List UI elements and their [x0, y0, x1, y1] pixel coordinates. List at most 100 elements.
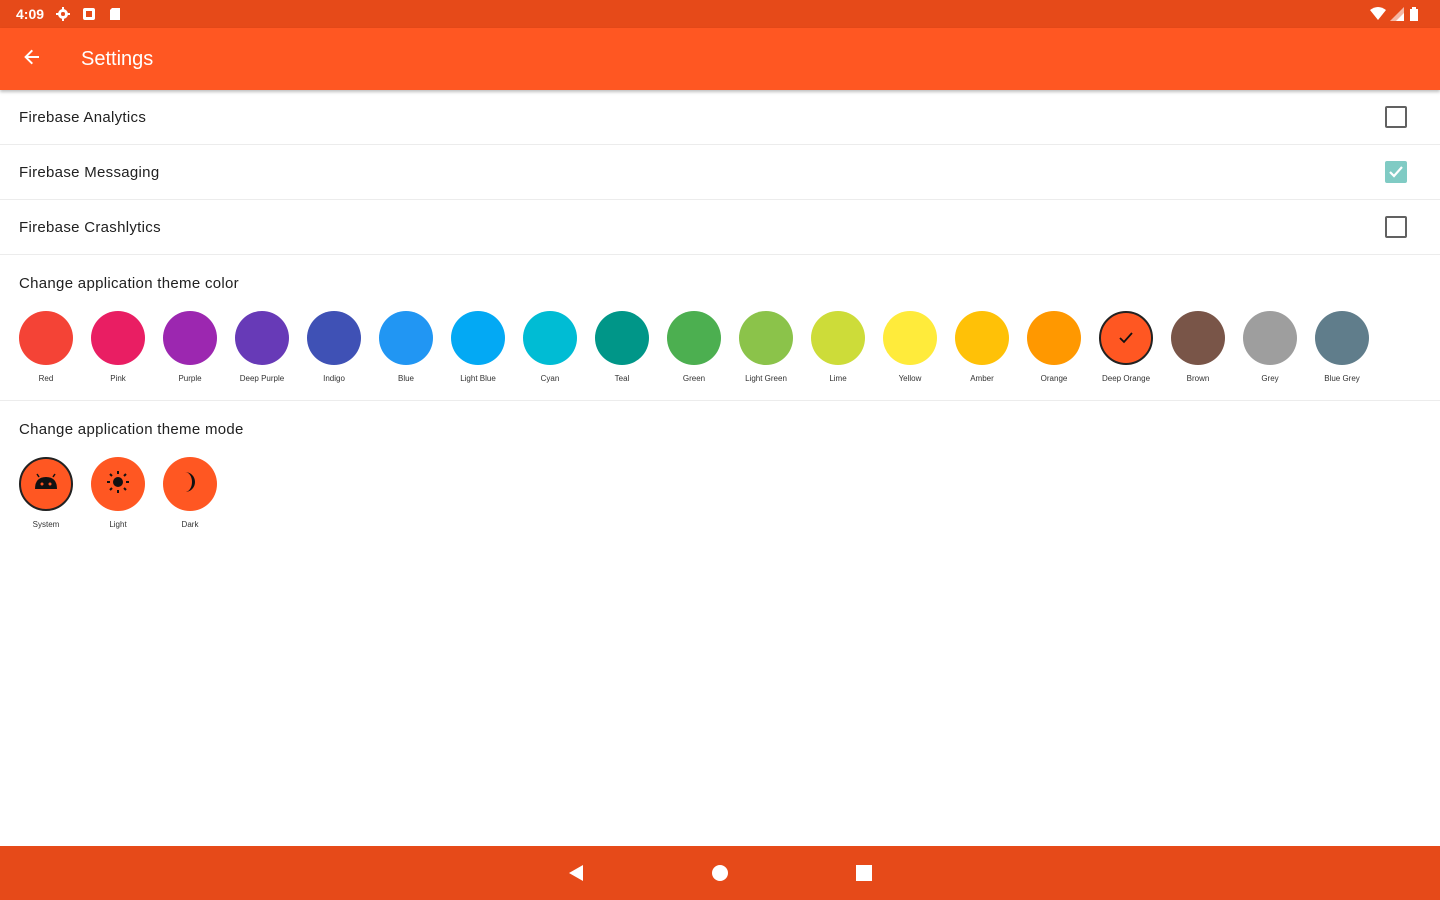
mode-option-system[interactable]: System [19, 457, 73, 530]
mode-option-light[interactable]: Light [91, 457, 145, 530]
page-title: Settings [81, 47, 154, 70]
swatch-label: Light Blue [460, 374, 496, 383]
swatch-label: Indigo [323, 374, 345, 383]
color-swatch-light-blue[interactable]: Light Blue [451, 311, 505, 384]
swatch-circle [1027, 311, 1081, 365]
status-time: 4:09 [16, 6, 45, 22]
nav-home-button[interactable] [708, 861, 732, 885]
swatch-circle [235, 311, 289, 365]
mode-label: Light [109, 520, 127, 529]
swatch-label: Brown [1186, 374, 1210, 383]
settings-list: Firebase Analytics Firebase Messaging Fi… [0, 90, 1440, 546]
color-swatch-light-green[interactable]: Light Green [739, 311, 793, 384]
swatch-circle [523, 311, 577, 365]
mode-circle [19, 457, 73, 511]
firebase-analytics-checkbox[interactable] [1385, 106, 1407, 128]
swatch-circle [1315, 311, 1369, 365]
color-swatch-green[interactable]: Green [667, 311, 721, 384]
swatch-circle [379, 311, 433, 365]
theme-color-title: Change application theme color [19, 275, 239, 292]
swatch-label: Lime [829, 374, 847, 383]
theme-color-section: Change application theme color Red Pink Pu… [0, 255, 1440, 401]
color-swatch-lime[interactable]: Lime [811, 311, 865, 384]
swatch-label: Yellow [898, 374, 922, 383]
color-swatch-purple[interactable]: Purple [163, 311, 217, 384]
swatch-label: Light Green [745, 374, 787, 383]
color-swatch-deep-orange[interactable]: Deep Orange [1099, 311, 1153, 384]
pref-label: Firebase Crashlytics [19, 218, 161, 236]
sd-card-icon [108, 7, 122, 21]
swatch-label: Teal [614, 374, 630, 383]
sun-icon [106, 470, 130, 499]
mode-circle [91, 457, 145, 511]
signal-icon [1390, 7, 1404, 21]
swatch-circle [19, 311, 73, 365]
swatch-label: Red [38, 374, 54, 383]
pref-firebase-messaging[interactable]: Firebase Messaging [0, 145, 1440, 200]
gear-icon [56, 7, 71, 21]
color-swatch-pink[interactable]: Pink [91, 311, 145, 384]
color-swatch-indigo[interactable]: Indigo [307, 311, 361, 384]
swatch-label: Deep Purple [239, 374, 285, 383]
swatch-circle [883, 311, 937, 365]
back-triangle-icon [569, 865, 583, 881]
color-swatch-blue-grey[interactable]: Blue Grey [1315, 311, 1369, 384]
color-swatch-red[interactable]: Red [19, 311, 73, 384]
notification-icon [82, 7, 96, 21]
mode-options: System Light Dark [19, 457, 1421, 530]
swatch-label: Cyan [540, 374, 560, 383]
swatch-label: Grey [1261, 374, 1279, 383]
home-circle-icon [712, 865, 728, 881]
theme-mode-section: Change application theme mode System Lig… [0, 401, 1440, 546]
swatch-circle [91, 311, 145, 365]
swatch-circle [667, 311, 721, 365]
swatch-label: Orange [1040, 374, 1068, 383]
swatch-circle [1099, 311, 1153, 365]
firebase-messaging-checkbox[interactable] [1385, 161, 1407, 183]
color-swatch-brown[interactable]: Brown [1171, 311, 1225, 384]
color-swatch-grey[interactable]: Grey [1243, 311, 1297, 384]
swatch-label: Blue [397, 374, 414, 383]
pref-label: Firebase Messaging [19, 163, 160, 181]
color-swatch-amber[interactable]: Amber [955, 311, 1009, 384]
status-bar: 4:09 [0, 0, 1440, 28]
swatch-label: Deep Orange [1101, 374, 1151, 383]
check-icon [1389, 166, 1403, 178]
color-swatch-yellow[interactable]: Yellow [883, 311, 937, 384]
navigation-bar [0, 846, 1440, 900]
swatch-circle [739, 311, 793, 365]
color-swatch-orange[interactable]: Orange [1027, 311, 1081, 384]
color-swatch-deep-purple[interactable]: Deep Purple [235, 311, 289, 384]
color-swatch-blue[interactable]: Blue [379, 311, 433, 384]
check-icon [1119, 332, 1133, 344]
theme-mode-title: Change application theme mode [19, 421, 244, 438]
battery-icon [1410, 7, 1424, 21]
app-bar: Settings [0, 28, 1440, 90]
swatch-label: Pink [110, 374, 126, 383]
nav-recents-button[interactable] [852, 861, 876, 885]
color-swatch-cyan[interactable]: Cyan [523, 311, 577, 384]
moon-icon [179, 470, 201, 499]
nav-back-button[interactable] [564, 861, 588, 885]
swatch-circle [1243, 311, 1297, 365]
firebase-crashlytics-checkbox[interactable] [1385, 216, 1407, 238]
mode-option-dark[interactable]: Dark [163, 457, 217, 530]
swatch-label: Green [682, 374, 706, 383]
color-swatch-teal[interactable]: Teal [595, 311, 649, 384]
swatch-circle [163, 311, 217, 365]
pref-firebase-crashlytics[interactable]: Firebase Crashlytics [0, 200, 1440, 255]
mode-circle [163, 457, 217, 511]
pref-label: Firebase Analytics [19, 108, 147, 126]
swatch-circle [955, 311, 1009, 365]
swatch-label: Purple [178, 374, 202, 383]
pref-firebase-analytics[interactable]: Firebase Analytics [0, 90, 1440, 145]
swatch-label: Blue Grey [1324, 374, 1360, 383]
arrow-back-icon [22, 47, 42, 72]
swatch-circle [451, 311, 505, 365]
back-button[interactable] [0, 28, 64, 90]
swatch-circle [307, 311, 361, 365]
wifi-icon [1370, 7, 1386, 21]
color-swatches: Red Pink Purple Deep Purple Indigo Blue Light … [19, 311, 1421, 384]
swatch-label: Amber [970, 374, 994, 383]
swatch-circle [595, 311, 649, 365]
